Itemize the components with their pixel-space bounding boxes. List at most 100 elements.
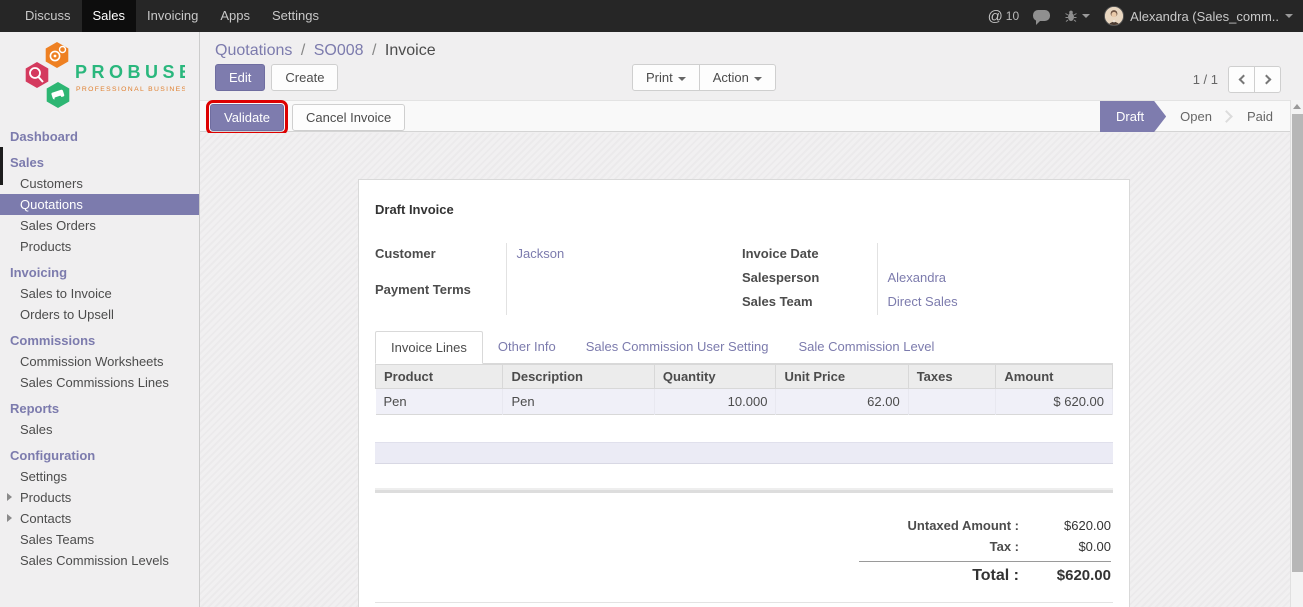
- salesperson-value-link[interactable]: Alexandra: [877, 267, 1113, 291]
- cell-amount: $ 620.00: [996, 389, 1113, 415]
- cell-taxes: [908, 389, 996, 415]
- notebook-tabs: Invoice Lines Other Info Sales Commissio…: [375, 331, 1113, 364]
- sidebar-item-config-products[interactable]: Products: [0, 487, 199, 508]
- sidebar-item-orders-to-upsell[interactable]: Orders to Upsell: [0, 304, 199, 325]
- sidebar-item-sales-orders[interactable]: Sales Orders: [0, 215, 199, 236]
- action-button[interactable]: Action: [699, 64, 776, 91]
- sales-team-value-link[interactable]: Direct Sales: [877, 291, 1113, 315]
- expand-arrow-icon[interactable]: [7, 514, 12, 522]
- untaxed-amount-value: $620.00: [1019, 518, 1111, 533]
- sidebar-item-quotations[interactable]: Quotations: [0, 194, 199, 215]
- invoice-line-row[interactable]: Pen Pen 10.000 62.00 $ 620.00: [376, 389, 1113, 415]
- sidebar-item-config-contacts[interactable]: Contacts: [0, 508, 199, 529]
- totals-rule: [859, 561, 1111, 562]
- empty-list-band: [375, 442, 1113, 464]
- pager: 1 / 1: [1193, 66, 1281, 93]
- sidebar-header-sales[interactable]: Sales: [0, 152, 199, 173]
- breadcrumb-quotations[interactable]: Quotations: [215, 42, 292, 59]
- tax-row: Tax : $0.00: [859, 536, 1111, 557]
- payment-terms-label: Payment Terms: [375, 279, 506, 315]
- logo-subtitle: PROFESSIONAL BUSINESS: [76, 86, 185, 93]
- sidebar-item-sales-commission-levels[interactable]: Sales Commission Levels: [0, 550, 199, 571]
- user-menu[interactable]: Alexandra (Sales_comm..: [1104, 6, 1293, 26]
- mention-at-icon: @: [988, 8, 1003, 25]
- total-value: $620.00: [1019, 567, 1111, 584]
- status-stage-open[interactable]: Open: [1166, 101, 1226, 132]
- menu-sales[interactable]: Sales: [82, 0, 137, 32]
- chevron-left-icon: [1238, 75, 1248, 85]
- tab-invoice-lines[interactable]: Invoice Lines: [375, 331, 483, 364]
- sidebar-header-invoicing[interactable]: Invoicing: [0, 262, 199, 283]
- pager-previous-button[interactable]: [1228, 66, 1255, 93]
- chevron-right-icon: [1261, 75, 1271, 85]
- sidebar-header-configuration[interactable]: Configuration: [0, 445, 199, 466]
- pager-count: 1 / 1: [1193, 72, 1218, 87]
- expand-arrow-icon[interactable]: [7, 493, 12, 501]
- sidebar-section-reports: Reports Sales: [0, 398, 199, 440]
- status-stage-paid[interactable]: Paid: [1233, 101, 1287, 132]
- form-view-background: Draft Invoice Customer Jackson Payment T…: [200, 133, 1303, 607]
- debug-menu[interactable]: [1064, 9, 1090, 23]
- breadcrumb-so008[interactable]: SO008: [314, 42, 364, 59]
- control-panel: Quotations / SO008 / Invoice Edit Create…: [200, 32, 1303, 100]
- menu-apps[interactable]: Apps: [209, 0, 261, 32]
- topbar-right-tools: @ 10: [988, 0, 1303, 32]
- total-row: Total : $620.00: [859, 564, 1111, 588]
- column-product[interactable]: Product: [376, 365, 503, 389]
- column-description[interactable]: Description: [503, 365, 654, 389]
- sidebar-item-sales-to-invoice[interactable]: Sales to Invoice: [0, 283, 199, 304]
- arrow-up-icon: [1293, 104, 1301, 109]
- print-button[interactable]: Print: [632, 64, 700, 91]
- tab-other-info[interactable]: Other Info: [483, 331, 571, 363]
- pager-next-button[interactable]: [1254, 66, 1281, 93]
- scrollbar-up-button[interactable]: [1291, 100, 1303, 113]
- tab-sale-commission-level[interactable]: Sale Commission Level: [784, 331, 950, 363]
- sheet-bottom-rule: [375, 602, 1113, 603]
- tab-sales-commission-user-setting[interactable]: Sales Commission User Setting: [571, 331, 784, 363]
- sidebar-item-commission-worksheets[interactable]: Commission Worksheets: [0, 351, 199, 372]
- sidebar-item-settings[interactable]: Settings: [0, 466, 199, 487]
- mentions-counter[interactable]: @ 10: [988, 8, 1020, 25]
- column-taxes[interactable]: Taxes: [908, 365, 996, 389]
- invoice-date-value[interactable]: [877, 243, 1113, 267]
- cancel-invoice-button[interactable]: Cancel Invoice: [292, 104, 405, 131]
- column-quantity[interactable]: Quantity: [654, 365, 776, 389]
- sidebar-item-sales-teams[interactable]: Sales Teams: [0, 529, 199, 550]
- cell-unit-price: 62.00: [776, 389, 908, 415]
- sidebar-header-commissions[interactable]: Commissions: [0, 330, 199, 351]
- sidebar-item-sales-commissions-lines[interactable]: Sales Commissions Lines: [0, 372, 199, 393]
- sidebar-item-products[interactable]: Products: [0, 236, 199, 257]
- validate-button[interactable]: Validate: [210, 104, 284, 131]
- menu-settings[interactable]: Settings: [261, 0, 330, 32]
- cell-quantity: 10.000: [654, 389, 776, 415]
- column-amount[interactable]: Amount: [996, 365, 1113, 389]
- edit-button[interactable]: Edit: [215, 64, 265, 91]
- customer-value-link[interactable]: Jackson: [506, 243, 742, 279]
- vertical-scrollbar[interactable]: [1290, 100, 1303, 607]
- menu-invoicing[interactable]: Invoicing: [136, 0, 209, 32]
- column-unit-price[interactable]: Unit Price: [776, 365, 908, 389]
- invoice-lines-table: Product Description Quantity Unit Price …: [375, 364, 1113, 415]
- cell-product: Pen: [376, 389, 503, 415]
- record-buttons: Edit Create: [215, 64, 338, 91]
- sidebar-section-sales: Sales Customers Quotations Sales Orders …: [0, 152, 199, 257]
- app-window: Discuss Sales Invoicing Apps Settings @ …: [0, 0, 1303, 607]
- statusbar: Validate Cancel Invoice Draft Open Paid: [200, 100, 1303, 132]
- payment-terms-value[interactable]: [506, 279, 742, 315]
- breadcrumb-separator: /: [368, 42, 380, 59]
- caret-down-icon: [754, 77, 762, 81]
- menu-discuss[interactable]: Discuss: [14, 0, 82, 32]
- scrollbar-thumb[interactable]: [1292, 114, 1303, 572]
- caret-down-icon: [1082, 14, 1090, 18]
- sidebar-item-customers[interactable]: Customers: [0, 173, 199, 194]
- field-group-left: Customer Jackson Payment Terms: [375, 243, 742, 315]
- top-menu-bar: Discuss Sales Invoicing Apps Settings: [0, 0, 330, 32]
- app-logo[interactable]: PROBUSE PROFESSIONAL BUSINESS: [0, 32, 199, 121]
- sidebar-item-sales-report[interactable]: Sales: [0, 419, 199, 440]
- status-stage-draft[interactable]: Draft: [1100, 101, 1166, 132]
- chat-bubble-icon[interactable]: [1033, 10, 1050, 21]
- field-groups: Customer Jackson Payment Terms Invoice D…: [375, 243, 1113, 315]
- sidebar-header-dashboard[interactable]: Dashboard: [0, 126, 199, 147]
- sidebar-header-reports[interactable]: Reports: [0, 398, 199, 419]
- create-button[interactable]: Create: [271, 64, 338, 91]
